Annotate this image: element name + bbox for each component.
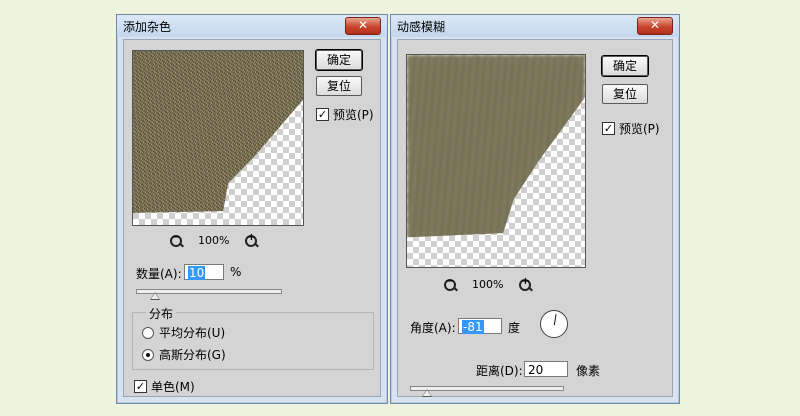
amount-slider-thumb[interactable] [150, 292, 160, 300]
amount-label: 数量(A): [136, 267, 182, 281]
distance-slider-track[interactable] [410, 386, 564, 391]
radio-button[interactable] [142, 326, 154, 339]
reset-button[interactable]: 复位 [602, 84, 648, 104]
gaussian-label: 高斯分布(G) [159, 348, 226, 362]
add-noise-dialog: 添加杂色 ✕ 确定 复位 ✓ 预览(P) − 100% + 数量(A): 10 … [116, 14, 388, 404]
preview-checkbox[interactable]: ✓ 预览(P) [602, 120, 660, 137]
checkbox-box[interactable]: ✓ [602, 122, 615, 135]
distance-unit: 像素 [576, 364, 601, 378]
title-bar[interactable]: 动感模糊 ✕ [391, 15, 679, 37]
distance-input[interactable]: 20 [524, 361, 568, 377]
dialog-title: 动感模糊 [397, 20, 446, 34]
zoom-level: 100% [198, 234, 230, 247]
angle-value: -81 [462, 320, 484, 334]
close-button[interactable]: ✕ [637, 17, 673, 35]
angle-dial[interactable] [540, 310, 568, 338]
distance-label: 距离(D): [476, 364, 523, 378]
checkbox-box[interactable]: ✓ [134, 380, 147, 393]
preview-label: 预览(P) [619, 122, 660, 136]
distance-value: 20 [528, 363, 544, 377]
zoom-in-icon[interactable]: + [519, 276, 534, 291]
preview-checkbox[interactable]: ✓ 预览(P) [316, 106, 374, 123]
zoom-controls: − 100% + [170, 232, 260, 247]
ok-button[interactable]: 确定 [602, 56, 648, 76]
amount-value: 10 [188, 266, 206, 280]
angle-needle [553, 314, 557, 326]
gaussian-radio[interactable]: 高斯分布(G) [142, 346, 226, 363]
checkbox-box[interactable]: ✓ [316, 108, 329, 121]
uniform-label: 平均分布(U) [159, 326, 226, 340]
preview-area[interactable] [132, 50, 304, 226]
zoom-out-icon[interactable]: − [444, 276, 458, 291]
blur-texture [407, 55, 585, 238]
amount-unit: % [230, 265, 242, 279]
preview-area[interactable] [406, 54, 586, 268]
radio-button[interactable] [142, 348, 154, 361]
close-button[interactable]: ✕ [345, 17, 381, 35]
zoom-in-icon[interactable]: + [245, 232, 260, 247]
angle-input[interactable]: -81 [458, 318, 502, 334]
noise-texture [133, 51, 303, 213]
ok-button[interactable]: 确定 [316, 50, 362, 70]
dialog-body: 确定 复位 ✓ 预览(P) − 100% + 角度(A): -81 度 距离(D… [397, 39, 673, 397]
zoom-out-icon[interactable]: − [170, 232, 184, 247]
zoom-level: 100% [472, 278, 504, 291]
angle-unit: 度 [508, 321, 521, 335]
reset-button[interactable]: 复位 [316, 76, 362, 96]
preview-label: 预览(P) [333, 108, 374, 122]
zoom-controls: − 100% + [444, 276, 534, 291]
distribution-legend: 分布 [146, 305, 177, 322]
dialog-title: 添加杂色 [123, 20, 172, 34]
amount-input[interactable]: 10 [184, 264, 224, 280]
monochrome-label: 单色(M) [151, 380, 195, 394]
monochrome-checkbox[interactable]: ✓ 单色(M) [134, 378, 195, 395]
title-bar[interactable]: 添加杂色 ✕ [117, 15, 387, 37]
dialog-body: 确定 复位 ✓ 预览(P) − 100% + 数量(A): 10 % 分布 平均… [123, 39, 381, 397]
motion-blur-dialog: 动感模糊 ✕ 确定 复位 ✓ 预览(P) − 100% + 角度(A): -81… [390, 14, 680, 404]
angle-label: 角度(A): [410, 321, 456, 335]
uniform-radio[interactable]: 平均分布(U) [142, 324, 225, 341]
distance-slider-thumb[interactable] [422, 389, 432, 397]
